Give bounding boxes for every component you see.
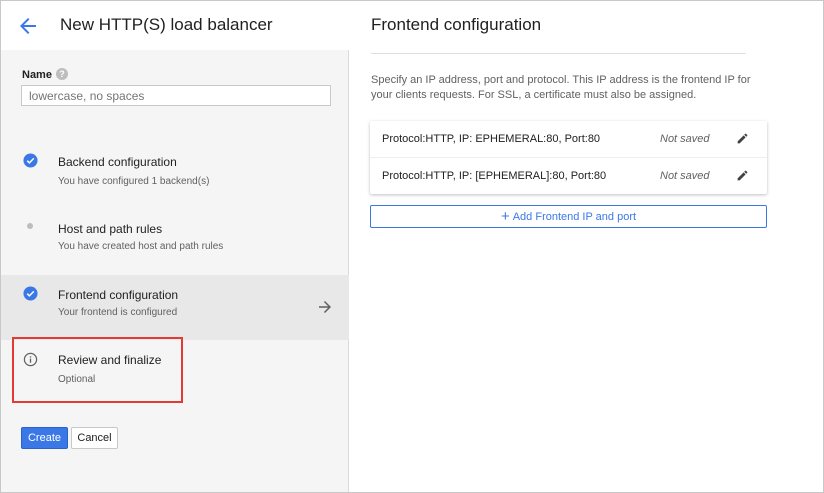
edit-icon[interactable]: [736, 169, 749, 182]
arrow-forward-icon: [319, 301, 331, 313]
arrow-back-icon[interactable]: [16, 14, 40, 38]
frontend-entry-status: Not saved: [660, 170, 710, 182]
frontend-description: Specify an IP address, port and protocol…: [371, 74, 751, 101]
edit-icon[interactable]: [736, 132, 749, 145]
step-frontend-configuration[interactable]: Frontend configuration Your frontend is …: [1, 275, 349, 340]
step-subtitle: Optional: [58, 374, 96, 385]
help-icon[interactable]: ?: [56, 68, 68, 80]
create-button[interactable]: Create: [21, 427, 68, 449]
cancel-button[interactable]: Cancel: [71, 427, 118, 449]
step-host-and-path-rules[interactable]: Host and path rules You have created hos…: [1, 209, 349, 275]
step-title: Backend configuration: [58, 155, 177, 169]
name-label: Name: [22, 69, 52, 81]
frontend-entry-text: Protocol:HTTP, IP: EPHEMERAL:80, Port:80: [382, 133, 601, 145]
step-title: Review and finalize: [58, 353, 162, 367]
frontend-entry[interactable]: Protocol:HTTP, IP: EPHEMERAL:80, Port:80…: [370, 121, 767, 157]
check-circle-icon: [23, 153, 38, 168]
step-subtitle: You have created host and path rules: [58, 241, 224, 252]
wizard-sidebar: New HTTP(S) load balancer Name ? Backend…: [1, 1, 349, 492]
add-frontend-label: Add Frontend IP and port: [512, 211, 637, 223]
step-backend-configuration[interactable]: Backend configuration You have configure…: [1, 143, 349, 209]
frontend-entry-text: Protocol:HTTP, IP: [EPHEMERAL]:80, Port:…: [382, 170, 607, 182]
divider: [371, 53, 746, 54]
step-review-and-finalize[interactable]: Review and finalize Optional: [1, 340, 349, 402]
frontend-list: Protocol:HTTP, IP: EPHEMERAL:80, Port:80…: [370, 121, 767, 194]
step-subtitle: Your frontend is configured: [58, 307, 178, 318]
frontend-panel: Frontend configuration Specify an IP add…: [350, 1, 822, 492]
frontend-entry-status: Not saved: [660, 133, 710, 145]
dot-icon: [27, 223, 33, 229]
add-frontend-button[interactable]: + Add Frontend IP and port: [370, 205, 767, 228]
frontend-entry[interactable]: Protocol:HTTP, IP: [EPHEMERAL]:80, Port:…: [370, 157, 767, 193]
step-subtitle: You have configured 1 backend(s): [58, 176, 210, 187]
check-circle-icon: [23, 286, 38, 301]
step-title: Frontend configuration: [58, 288, 179, 302]
page-title: New HTTP(S) load balancer: [60, 15, 273, 34]
panel-title: Frontend configuration: [371, 15, 542, 34]
info-icon: [23, 352, 38, 367]
step-title: Host and path rules: [58, 222, 163, 236]
plus-icon: +: [500, 208, 510, 225]
wizard-header: New HTTP(S) load balancer: [1, 1, 349, 50]
name-input[interactable]: [21, 85, 331, 106]
